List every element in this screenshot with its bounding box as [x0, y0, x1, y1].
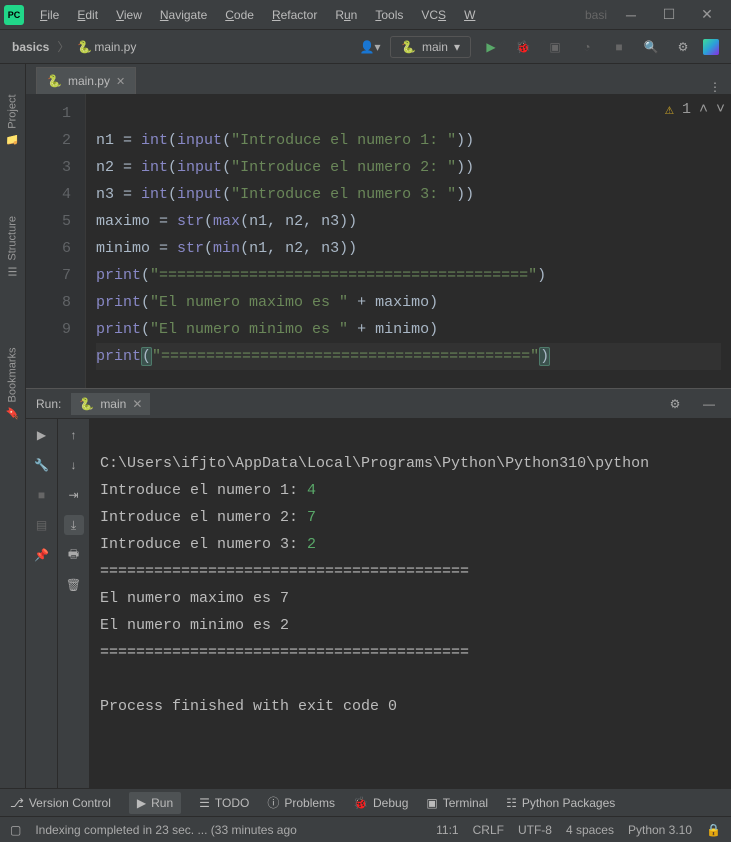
close-tab-icon[interactable]: ✕	[116, 75, 125, 88]
tool-problems[interactable]: ⓘProblems	[267, 794, 335, 811]
pin-icon[interactable]: 📌	[32, 545, 52, 565]
python-file-icon: 🐍	[47, 74, 62, 88]
tool-run[interactable]: ▶Run	[129, 792, 181, 814]
tool-version-control[interactable]: ⎇Version Control	[10, 796, 111, 810]
code-content[interactable]: n1 = int(input("Introduce el numero 1: "…	[86, 94, 731, 388]
tool-todo[interactable]: ☰TODO	[199, 796, 249, 810]
menu-tools[interactable]: Tools	[367, 4, 411, 26]
run-tab[interactable]: 🐍 main ✕	[71, 393, 150, 415]
status-interpreter[interactable]: Python 3.10	[628, 823, 692, 837]
coverage-button[interactable]: ▣	[543, 35, 567, 59]
run-config-selector[interactable]: 🐍 main ▾	[390, 36, 471, 58]
terminal-icon: ▣	[426, 796, 437, 810]
trash-icon[interactable]: 🗑	[64, 575, 84, 595]
menu-run[interactable]: Run	[327, 4, 365, 26]
breadcrumb-project[interactable]: basics	[12, 40, 49, 54]
window-maximize[interactable]: ☐	[655, 6, 683, 23]
run-button[interactable]: ▶	[479, 35, 503, 59]
python-file-icon: 🐍	[77, 40, 92, 54]
run-toolbar-left: ▶ 🔧 ■ ▤ 📌	[26, 419, 58, 788]
tool-python-packages[interactable]: ☷Python Packages	[506, 796, 615, 810]
stop-button[interactable]: ■	[607, 35, 631, 59]
editor-tab-label: main.py	[68, 74, 110, 88]
status-square-icon[interactable]: ▢	[10, 823, 21, 837]
python-icon: 🐍	[79, 397, 94, 411]
scroll-to-end-icon[interactable]: ⤓	[64, 515, 84, 535]
status-bar: ▢ Indexing completed in 23 sec. ... (33 …	[0, 816, 731, 842]
left-tool-rail: 📁 Project ☰ Structure 🔖 Bookmarks	[0, 64, 26, 788]
code-with-me-icon[interactable]	[703, 39, 719, 55]
run-settings-icon[interactable]: ⚙	[663, 392, 687, 416]
python-icon: 🐍	[401, 40, 416, 54]
info-icon: ⓘ	[267, 794, 279, 811]
pycharm-icon: PC	[4, 5, 24, 25]
run-panel-title: Run:	[36, 397, 61, 411]
status-message: Indexing completed in 23 sec. ... (33 mi…	[35, 823, 297, 837]
menu-window[interactable]: W	[456, 4, 483, 26]
warning-count: 1	[682, 101, 691, 118]
console-output[interactable]: C:\Users\ifjto\AppData\Local\Programs\Py…	[90, 419, 731, 788]
status-encoding[interactable]: UTF-8	[518, 823, 552, 837]
editor-tabs: 🐍 main.py ✕ ⋮	[26, 64, 731, 94]
line-gutter: 123 456 789	[26, 94, 86, 388]
play-icon: ▶	[137, 796, 146, 810]
menu-edit[interactable]: Edit	[69, 4, 106, 26]
run-toolbar-left2: ↑ ↓ ⇥ ⤓ 🖶 🗑	[58, 419, 90, 788]
window-close[interactable]: ✕	[693, 6, 721, 23]
lock-icon[interactable]: 🔒	[706, 823, 721, 837]
status-indent[interactable]: 4 spaces	[566, 823, 614, 837]
run-tool-window: Run: 🐍 main ✕ ⚙ — ▶ 🔧 ■ ▤ 📌	[26, 388, 731, 788]
menu-vcs[interactable]: VCS	[413, 4, 454, 26]
profile-button[interactable]: ◔	[575, 35, 599, 59]
navigation-bar: basics 〉 🐍main.py 👤▾ 🐍 main ▾ ▶ 🐞 ▣ ◔ ■ …	[0, 30, 731, 64]
hide-panel-icon[interactable]: —	[697, 392, 721, 416]
breadcrumb-sep: 〉	[57, 38, 69, 55]
menu-file[interactable]: FFileile	[32, 4, 67, 26]
add-user-icon[interactable]: 👤▾	[358, 35, 382, 59]
run-config-label: main	[422, 40, 448, 54]
editor-tab-options[interactable]: ⋮	[699, 80, 731, 94]
settings-icon[interactable]: ⚙	[671, 35, 695, 59]
search-everywhere-icon[interactable]: 🔍	[639, 35, 663, 59]
warning-icon: ⚠	[665, 100, 674, 119]
branch-icon: ⎇	[10, 796, 24, 810]
down-arrow-icon[interactable]: ↓	[64, 455, 84, 475]
wrench-icon[interactable]: 🔧	[32, 455, 52, 475]
rerun-button[interactable]: ▶	[32, 425, 52, 445]
print-icon[interactable]: 🖶	[64, 545, 84, 565]
editor-tab-main[interactable]: 🐍 main.py ✕	[36, 67, 136, 94]
stop-icon[interactable]: ■	[32, 485, 52, 505]
menu-refactor[interactable]: Refactor	[264, 4, 325, 26]
menubar: PC FFileile Edit View Navigate Code Refa…	[0, 0, 731, 30]
run-tab-label: main	[100, 397, 126, 411]
next-highlight-icon[interactable]: ˅	[716, 101, 725, 118]
code-editor[interactable]: 123 456 789 n1 = int(input("Introduce el…	[26, 94, 731, 388]
list-icon: ☰	[199, 796, 210, 810]
status-line-sep[interactable]: CRLF	[473, 823, 504, 837]
bug-icon: 🐞	[353, 796, 368, 810]
debug-button[interactable]: 🐞	[511, 35, 535, 59]
tool-terminal[interactable]: ▣Terminal	[426, 796, 488, 810]
bottom-tool-bar: ⎇Version Control ▶Run ☰TODO ⓘProblems 🐞D…	[0, 788, 731, 816]
layout-icon[interactable]: ▤	[32, 515, 52, 535]
close-icon[interactable]: ✕	[132, 397, 142, 411]
tool-bookmarks[interactable]: 🔖 Bookmarks	[6, 347, 19, 419]
chevron-down-icon: ▾	[454, 40, 460, 54]
window-minimize[interactable]: ─	[617, 7, 645, 23]
tool-structure[interactable]: ☰ Structure	[6, 216, 19, 278]
packages-icon: ☷	[506, 796, 517, 810]
menu-view[interactable]: View	[108, 4, 150, 26]
editor-inspection-widget[interactable]: ⚠ 1 ˄ ˅	[665, 100, 725, 119]
status-caret-pos[interactable]: 11:1	[436, 823, 458, 837]
tool-debug[interactable]: 🐞Debug	[353, 796, 408, 810]
tool-project[interactable]: 📁 Project	[6, 94, 19, 146]
breadcrumb-file[interactable]: 🐍main.py	[77, 40, 136, 54]
search-hint[interactable]: basi	[585, 8, 607, 22]
up-arrow-icon[interactable]: ↑	[64, 425, 84, 445]
menu-code[interactable]: Code	[217, 4, 262, 26]
soft-wrap-icon[interactable]: ⇥	[64, 485, 84, 505]
menu-navigate[interactable]: Navigate	[152, 4, 215, 26]
prev-highlight-icon[interactable]: ˄	[699, 101, 708, 118]
